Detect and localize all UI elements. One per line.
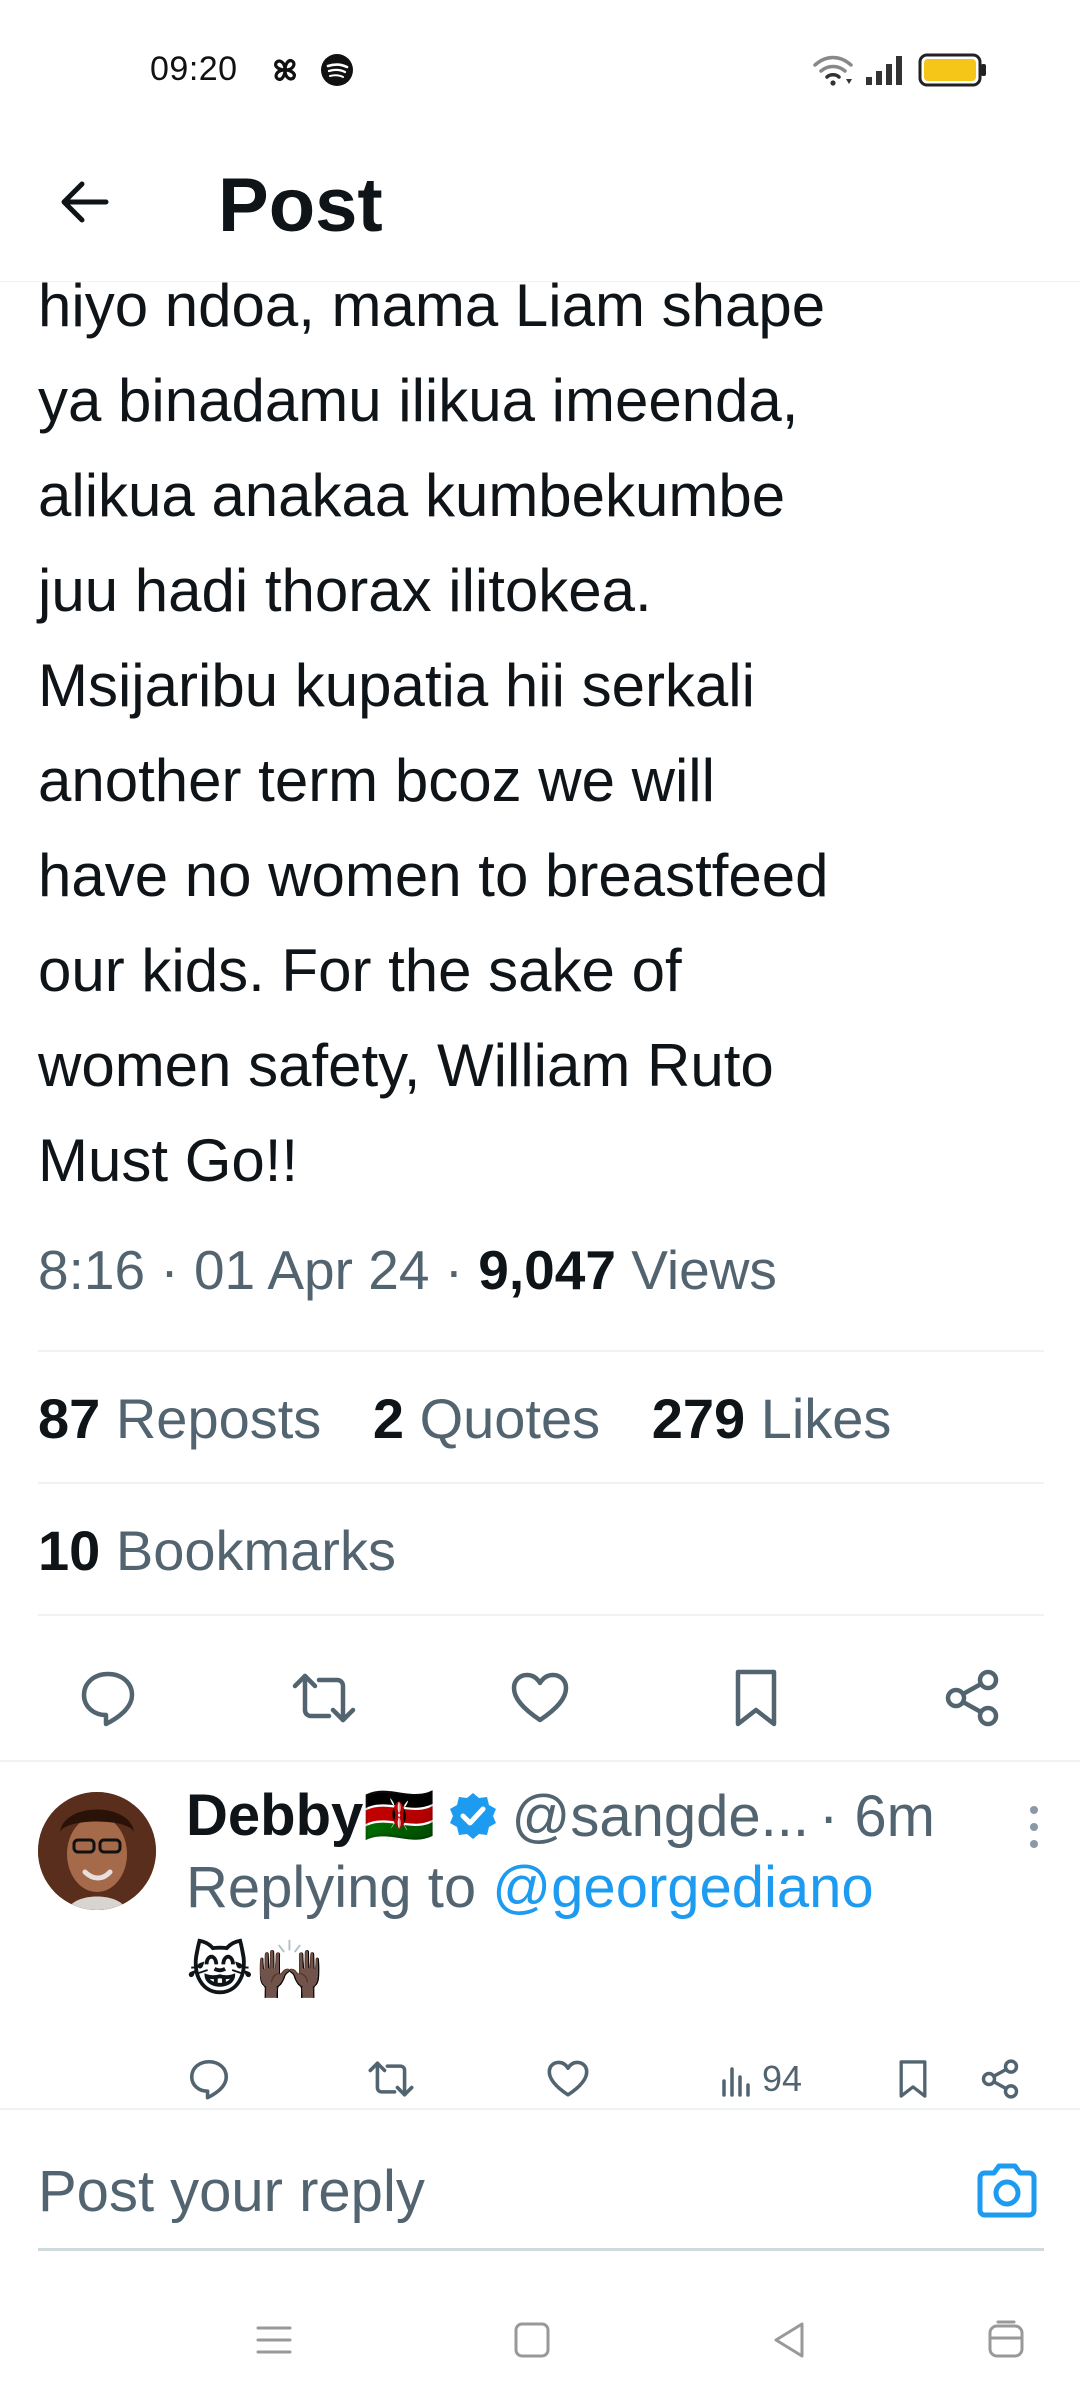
repost-icon (292, 1673, 356, 1723)
like-button[interactable] (502, 1660, 578, 1736)
bookmarks-count: 10 (38, 1519, 101, 1582)
arrow-left-icon (61, 181, 109, 223)
views-count[interactable]: 9,047 (478, 1239, 616, 1301)
divider (38, 1482, 1044, 1484)
top-app-bar: Post (0, 140, 1080, 282)
comment-icon (81, 1671, 135, 1727)
composer-underline (38, 2248, 1044, 2251)
meta-separator: · (160, 1239, 179, 1301)
bookmark-icon (735, 1669, 777, 1727)
meta-separator: · (444, 1239, 464, 1301)
reply-button[interactable] (70, 1660, 146, 1736)
quotes-label: Quotes (419, 1387, 601, 1450)
triangle-back-icon (774, 2322, 804, 2358)
comment-icon (189, 2059, 229, 2100)
square-icon (514, 2322, 550, 2358)
reply-like-button[interactable] (545, 2052, 591, 2106)
bookmark-button[interactable] (718, 1660, 794, 1736)
reposts-count: 87 (38, 1387, 101, 1450)
pinwheel-icon (268, 53, 302, 87)
views-label[interactable]: Views (631, 1239, 777, 1301)
share-icon (981, 2059, 1019, 2099)
camera-button[interactable] (972, 2156, 1042, 2226)
quotes-stat[interactable]: 2 Quotes (373, 1387, 600, 1450)
reply-views-count: 94 (762, 2058, 803, 2099)
reply-author-handle[interactable]: @sangde... (511, 1783, 809, 1850)
likes-count: 279 (651, 1387, 746, 1450)
heart-icon (547, 2060, 589, 2097)
analytics-icon (722, 2067, 750, 2097)
reposts-stat[interactable]: 87 Reposts (38, 1387, 321, 1450)
status-bar: 09:20 (0, 0, 1080, 140)
likes-label: Likes (760, 1387, 892, 1450)
tweet-action-bar (0, 1650, 1080, 1750)
assistant-nav-button[interactable] (976, 2310, 1036, 2370)
likes-stat[interactable]: 279 Likes (652, 1387, 892, 1450)
tweet-text-container: hiyo ndoa, mama Liam shape ya binadamu i… (0, 282, 1080, 1202)
avatar[interactable] (38, 1792, 156, 1910)
replying-to-handle[interactable]: @georgediano (492, 1855, 873, 1920)
engagement-stats: 87 Reposts 2 Quotes 279 Likes (38, 1386, 927, 1451)
bookmarks-label: Bookmarks (115, 1519, 396, 1582)
system-navigation-bar (0, 2280, 1080, 2400)
bookmarks-stat[interactable]: 10 Bookmarks (38, 1518, 396, 1583)
wifi-icon (812, 53, 854, 92)
reply-author-name[interactable]: Debby🇰🇪 (186, 1782, 435, 1850)
status-time: 09:20 (150, 50, 238, 88)
reply-post[interactable]: Debby🇰🇪 @sangde... · 6m Replying to @geo… (0, 1762, 1080, 2112)
heart-icon (511, 1672, 569, 1723)
signal-icon (864, 53, 908, 92)
repost-icon (368, 2061, 414, 2097)
reply-content: 😹🙌🏿 (186, 1938, 326, 2003)
reply-bookmark-button[interactable] (892, 2052, 934, 2106)
repost-button[interactable] (286, 1660, 362, 1736)
tweet-time: 8:16 (38, 1239, 146, 1301)
page-title: Post (218, 163, 383, 248)
reply-views-button[interactable]: 94 (718, 2052, 802, 2106)
bookmark-icon (899, 2060, 927, 2098)
menu-icon (256, 2326, 292, 2354)
home-nav-button[interactable] (502, 2310, 562, 2370)
tweet-meta: 8:16 · 01 Apr 24 · 9,047 Views (38, 1238, 777, 1302)
assistant-icon (988, 2320, 1024, 2358)
reply-repost-button[interactable] (366, 2052, 416, 2106)
back-nav-button[interactable] (760, 2310, 820, 2370)
spotify-icon (320, 53, 354, 87)
menu-nav-button[interactable] (244, 2310, 304, 2370)
reply-comment-button[interactable] (186, 2052, 232, 2106)
reposts-label: Reposts (115, 1387, 322, 1450)
reply-header: Debby🇰🇪 @sangde... · 6m (186, 1782, 935, 1850)
more-options-icon[interactable] (1024, 1802, 1044, 1852)
back-button[interactable] (52, 170, 116, 234)
replying-to: Replying to @georgediano (186, 1854, 874, 1921)
tweet-text: hiyo ndoa, mama Liam shape ya binadamu i… (38, 282, 829, 1194)
reply-composer[interactable]: Post your reply (0, 2110, 1080, 2255)
reply-time: · 6m (819, 1783, 935, 1849)
reply-action-bar: 94 (0, 2052, 1080, 2112)
verified-badge-icon (447, 1790, 499, 1842)
replying-to-prefix: Replying to (186, 1855, 477, 1920)
share-button[interactable] (934, 1660, 1010, 1736)
divider (38, 1350, 1044, 1352)
reply-input[interactable]: Post your reply (38, 2158, 425, 2225)
reply-share-button[interactable] (978, 2052, 1022, 2106)
divider (38, 1614, 1044, 1616)
tweet-date: 01 Apr 24 (193, 1239, 430, 1301)
camera-icon (977, 2163, 1037, 2218)
quotes-count: 2 (372, 1387, 405, 1450)
battery-icon (918, 52, 988, 93)
share-icon (945, 1669, 999, 1727)
